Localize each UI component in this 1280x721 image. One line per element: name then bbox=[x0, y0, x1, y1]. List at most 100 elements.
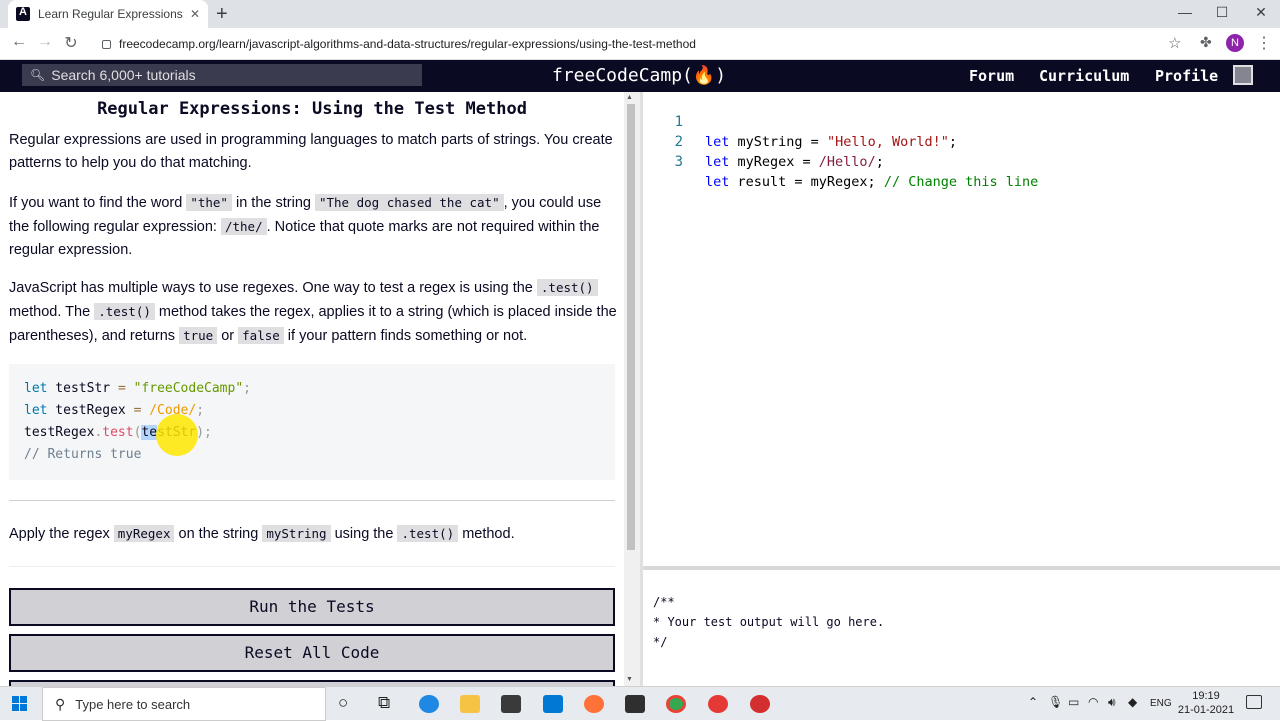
code: myRegex = bbox=[729, 154, 819, 170]
chrome-icon[interactable] bbox=[666, 695, 686, 713]
code: ; bbox=[875, 154, 884, 170]
scroll-down-arrow-icon[interactable]: ▼ bbox=[626, 676, 633, 683]
notifications-icon[interactable] bbox=[1246, 695, 1262, 709]
search-icon: 🔍︎ bbox=[30, 68, 46, 82]
description-paragraph-2: If you want to find the word "the" in th… bbox=[9, 191, 617, 262]
text: If you want to find the word bbox=[9, 195, 187, 211]
regex: /Hello/ bbox=[818, 154, 876, 170]
dropbox-icon[interactable]: ◆ bbox=[1128, 695, 1137, 709]
keyword: let bbox=[24, 403, 48, 418]
file-explorer-icon[interactable] bbox=[460, 695, 480, 713]
user-avatar-icon[interactable] bbox=[1233, 65, 1253, 85]
run-tests-button[interactable]: Run the Tests bbox=[9, 588, 615, 626]
browser-tab[interactable]: Learn Regular Expressions: Using ✕ bbox=[8, 0, 208, 28]
inline-code: "the" bbox=[186, 194, 232, 211]
system-clock[interactable]: 19:19 21-01-2021 bbox=[1176, 689, 1236, 717]
editor-line: 2 let myRegex = /Hello/; bbox=[643, 112, 884, 170]
nav-link-forum[interactable]: Forum bbox=[969, 67, 1014, 85]
extensions-puzzle-icon[interactable]: ✤ bbox=[1200, 34, 1212, 51]
divider bbox=[9, 566, 615, 567]
task-view-icon[interactable]: ⧉ bbox=[378, 693, 390, 713]
pycharm-icon[interactable] bbox=[625, 695, 645, 713]
firefox-icon[interactable] bbox=[584, 695, 604, 713]
edge-icon[interactable] bbox=[419, 695, 439, 713]
punctuation: ); bbox=[196, 425, 212, 440]
fcc-logo[interactable]: freeCodeCamp(🔥) bbox=[552, 65, 726, 86]
function-name: test bbox=[102, 425, 134, 440]
editor-line: 3 let result = myRegex; // Change this l… bbox=[643, 132, 1039, 190]
forward-arrow-icon[interactable]: → bbox=[34, 33, 56, 51]
store-icon[interactable] bbox=[501, 695, 521, 713]
bookmark-star-icon[interactable]: ☆ bbox=[1168, 34, 1181, 52]
text: Apply the regex bbox=[9, 526, 114, 542]
operator: = bbox=[117, 381, 126, 396]
url-field[interactable]: freecodecamp.org/learn/javascript-algori… bbox=[92, 31, 1192, 57]
maximize-button[interactable]: ☐ bbox=[1207, 4, 1237, 21]
taskbar-search-input[interactable]: ⚲ Type here to search bbox=[42, 687, 326, 721]
search-icon: ⚲ bbox=[55, 695, 66, 712]
keyword: let bbox=[705, 174, 730, 190]
inline-code: myString bbox=[262, 525, 331, 542]
scrollbar-thumb[interactable] bbox=[627, 104, 635, 550]
test-output-panel: /** * Your test output will go here. */ bbox=[643, 570, 1280, 686]
scroll-up-arrow-icon[interactable]: ▲ bbox=[626, 94, 633, 101]
profile-avatar[interactable]: N bbox=[1226, 34, 1244, 52]
keyword: let bbox=[705, 134, 730, 150]
inline-code: .test() bbox=[397, 525, 459, 542]
line-content: let result = myRegex; // Change this lin… bbox=[705, 172, 1038, 192]
challenge-description-pane: Regular Expressions: Using the Test Meth… bbox=[0, 92, 624, 686]
code: result = myRegex; bbox=[729, 174, 884, 190]
microphone-icon[interactable]: 🎙︎ bbox=[1048, 695, 1063, 709]
cortana-icon[interactable]: ○ bbox=[338, 693, 348, 713]
new-tab-button[interactable]: + bbox=[216, 3, 228, 26]
keyword: let bbox=[24, 381, 48, 396]
code: ; bbox=[948, 134, 957, 150]
nav-link-curriculum[interactable]: Curriculum bbox=[1039, 67, 1129, 85]
windows-start-icon[interactable] bbox=[12, 696, 28, 712]
freecodecamp-favicon-icon bbox=[16, 6, 30, 21]
description-paragraph-3: JavaScript has multiple ways to use rege… bbox=[9, 276, 617, 348]
code: myString = bbox=[729, 134, 827, 150]
code-line-3: testRegex.test(testStr); bbox=[24, 422, 600, 444]
back-arrow-icon[interactable]: ← bbox=[8, 33, 30, 51]
challenge-title: Regular Expressions: Using the Test Meth… bbox=[97, 99, 527, 119]
text: using the bbox=[330, 526, 398, 542]
window-close-button[interactable]: ✕ bbox=[1246, 4, 1276, 21]
show-hidden-icons-chevron-icon[interactable]: ⌃ bbox=[1028, 695, 1038, 709]
screen-recorder-icon[interactable] bbox=[750, 695, 770, 713]
string: "freeCodeCamp" bbox=[125, 381, 244, 396]
tab-title: Learn Regular Expressions: Using bbox=[38, 7, 184, 21]
text: on the string bbox=[174, 526, 263, 542]
reset-code-button[interactable]: Reset All Code bbox=[9, 634, 615, 672]
reload-icon[interactable]: ↻ bbox=[60, 33, 82, 53]
identifier: testStr bbox=[47, 381, 118, 396]
nav-link-profile[interactable]: Profile bbox=[1155, 67, 1218, 85]
browser-menu-icon[interactable]: ⋮ bbox=[1256, 33, 1272, 53]
clock-date: 21-01-2021 bbox=[1177, 704, 1235, 716]
mouse-cursor-highlight bbox=[156, 414, 198, 456]
inline-code: true bbox=[179, 327, 218, 344]
minimize-button[interactable]: — bbox=[1170, 4, 1200, 20]
identifier: testRegex bbox=[47, 403, 134, 418]
code-line-1: let testStr = "freeCodeCamp"; bbox=[24, 378, 600, 400]
search-input[interactable]: 🔍︎ Search 6,000+ tutorials bbox=[22, 64, 422, 86]
text-selection: te bbox=[141, 425, 158, 440]
line-content: let myRegex = /Hello/; bbox=[705, 152, 884, 172]
keyword: let bbox=[705, 154, 730, 170]
punctuation: ; bbox=[243, 381, 251, 396]
text: or bbox=[217, 328, 239, 344]
tab-close-icon[interactable]: ✕ bbox=[190, 7, 200, 21]
volume-icon[interactable]: 🔊︎ bbox=[1108, 695, 1116, 710]
editor-line: 1 let myString = "Hello, World!"; bbox=[643, 92, 957, 150]
inline-code: .test() bbox=[536, 279, 598, 296]
battery-icon[interactable]: ▭ bbox=[1068, 695, 1079, 709]
text: in the string bbox=[231, 195, 315, 211]
wifi-icon[interactable]: ◠ bbox=[1088, 695, 1098, 709]
lock-icon bbox=[102, 39, 111, 49]
comment: // Change this line bbox=[883, 174, 1039, 190]
code-editor[interactable]: 1 let myString = "Hello, World!"; 2 let … bbox=[643, 92, 1280, 566]
text: JavaScript has multiple ways to use rege… bbox=[9, 280, 537, 296]
app-icon[interactable] bbox=[708, 695, 728, 713]
mail-icon[interactable] bbox=[543, 695, 563, 713]
language-indicator[interactable]: ENG bbox=[1150, 698, 1172, 709]
